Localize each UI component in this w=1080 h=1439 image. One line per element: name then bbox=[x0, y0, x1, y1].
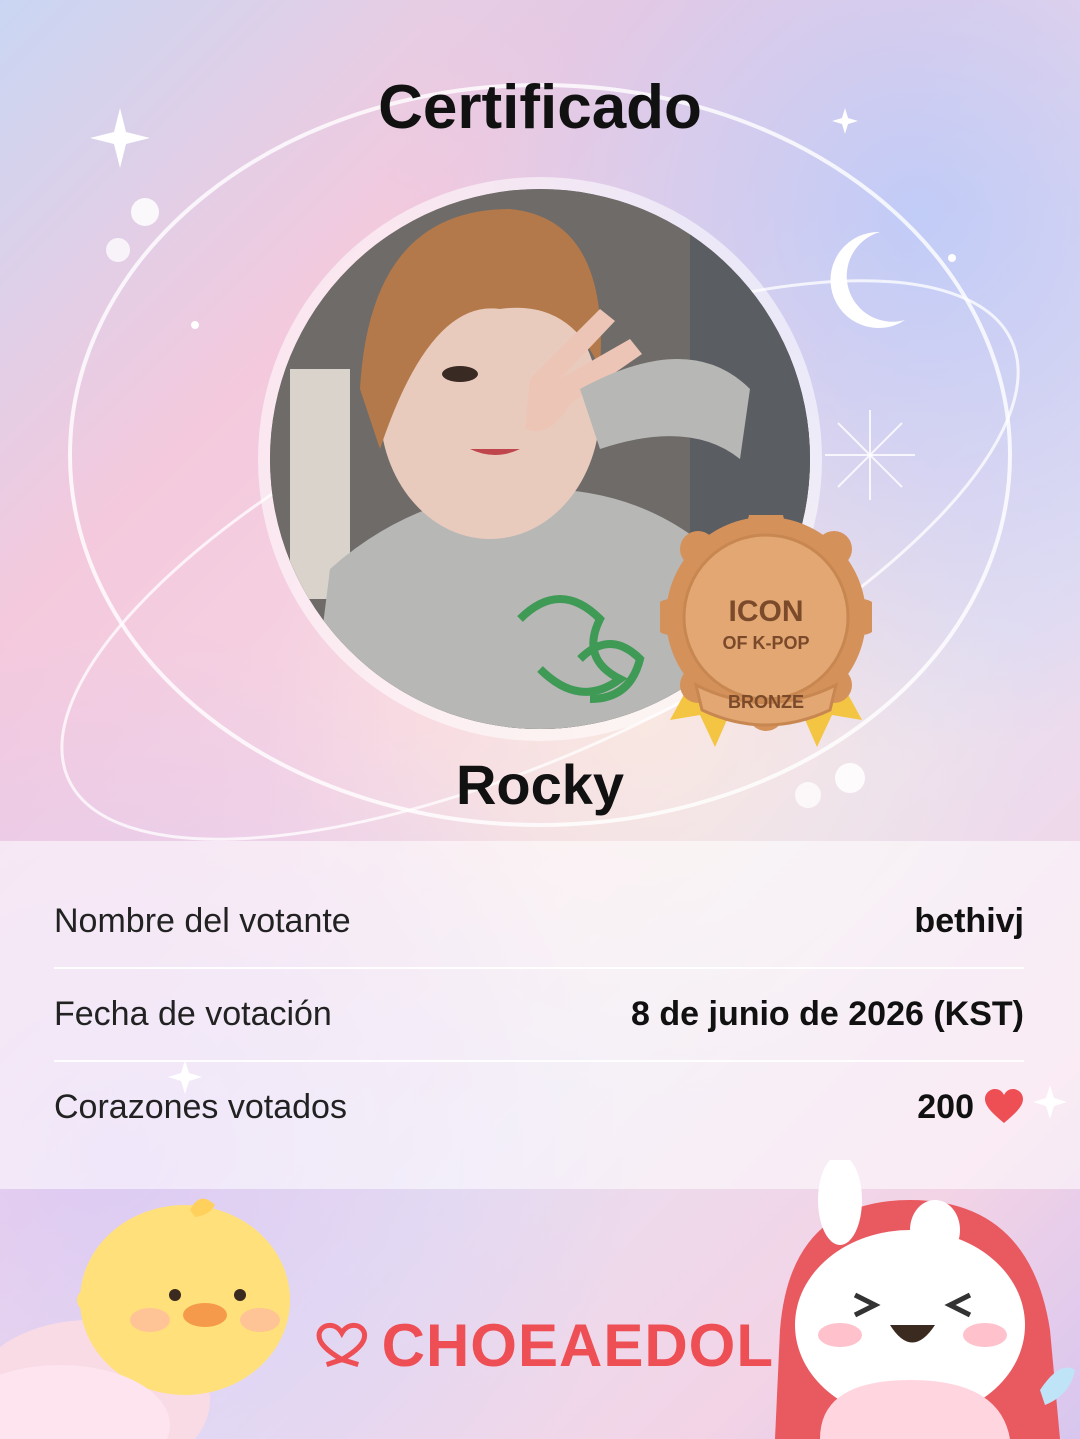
bunny-mascot bbox=[775, 1160, 1075, 1439]
voter-name-row: Nombre del votante bethivj bbox=[54, 875, 1024, 967]
chick-mascot bbox=[0, 1198, 290, 1439]
choeaedol-logo: CHOEAEDOL bbox=[314, 1305, 774, 1385]
badge-line1: ICON bbox=[728, 595, 804, 628]
row-value-group: 200 bbox=[917, 1088, 1024, 1127]
heart-icon bbox=[985, 1089, 1023, 1123]
logo-text: CHOEAEDOL bbox=[381, 1311, 774, 1379]
badge-line2: OF K-POP bbox=[722, 633, 810, 653]
idol-name: Rocky bbox=[455, 753, 625, 816]
hearts-count: 200 bbox=[917, 1087, 974, 1126]
bronze-badge: ICON OF K-POP BRONZE bbox=[652, 503, 880, 755]
hearts-voted-row: Corazones votados 200 bbox=[54, 1061, 1024, 1153]
row-value: bethivj bbox=[914, 901, 1024, 940]
row-value: 8 de junio de 2026 (KST) bbox=[631, 994, 1024, 1033]
row-label: Fecha de votación bbox=[54, 994, 332, 1033]
row-label: Nombre del votante bbox=[54, 901, 351, 940]
logo-heart-icon bbox=[316, 1322, 368, 1368]
badge-tier: BRONZE bbox=[728, 692, 804, 712]
row-label: Corazones votados bbox=[54, 1087, 347, 1126]
certificate-title: Certificado bbox=[378, 73, 702, 142]
vote-date-row: Fecha de votación 8 de junio de 2026 (KS… bbox=[54, 968, 1024, 1060]
